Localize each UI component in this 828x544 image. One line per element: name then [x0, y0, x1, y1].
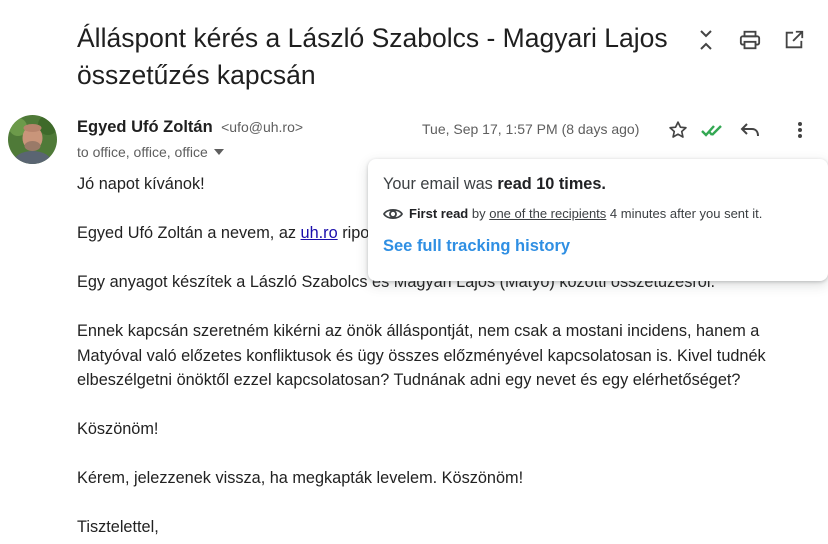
message-actions: [660, 116, 818, 144]
body-text: Egyed Ufó Zoltán a nevem, az: [77, 224, 301, 242]
email-view: Álláspont kérés a László Szabolcs - Magy…: [0, 0, 828, 544]
tracking-history-link[interactable]: See full tracking history: [383, 237, 813, 256]
recipients-text: to office, office, office: [77, 144, 208, 160]
body-paragraph: Ennek kapcsán szeretném kikérni az önök …: [77, 322, 766, 389]
avatar[interactable]: [8, 115, 57, 164]
uh-ro-link[interactable]: uh.ro: [301, 224, 338, 242]
body-text: ripo: [337, 224, 370, 242]
sender-email: <ufo@uh.ro>: [221, 119, 304, 135]
sender-name[interactable]: Egyed Ufó Zoltán: [77, 118, 213, 136]
body-signoff: Tisztelettel,: [77, 518, 159, 536]
recipients-link[interactable]: one of the recipients: [489, 206, 606, 221]
open-in-new-window-icon[interactable]: [772, 26, 816, 54]
eye-icon: [383, 208, 403, 219]
body-paragraph: Kérem, jelezzenek vissza, ha megkapták l…: [77, 469, 524, 487]
thread-toolbar: [684, 26, 816, 54]
first-read-line: First read by one of the recipients 4 mi…: [383, 206, 813, 221]
sender: Egyed Ufó Zoltán <ufo@uh.ro>: [77, 118, 303, 137]
email-subject: Álláspont kérés a László Szabolcs - Magy…: [77, 23, 668, 90]
reply-icon[interactable]: [732, 116, 768, 144]
popup-text: 4 minutes after you sent it.: [606, 206, 763, 221]
first-read-label: First read: [409, 206, 469, 221]
tracking-title-text: Your email was: [383, 175, 498, 193]
read-count: read 10 times.: [497, 175, 606, 193]
popup-text: by: [468, 206, 490, 221]
message-date: Tue, Sep 17, 1:57 PM (8 days ago): [422, 121, 640, 137]
tracking-title: Your email was read 10 times.: [383, 175, 813, 194]
caret-down-icon: [213, 149, 224, 155]
more-vert-icon[interactable]: [782, 116, 818, 144]
star-icon[interactable]: [660, 116, 696, 144]
tracking-popup: Your email was read 10 times. First read…: [368, 159, 828, 281]
collapse-icon[interactable]: [684, 26, 728, 54]
recipients-toggle[interactable]: to office, office, office: [77, 144, 224, 160]
double-check-icon[interactable]: [696, 116, 732, 144]
body-paragraph: Köszönöm!: [77, 420, 159, 438]
print-icon[interactable]: [728, 26, 772, 54]
